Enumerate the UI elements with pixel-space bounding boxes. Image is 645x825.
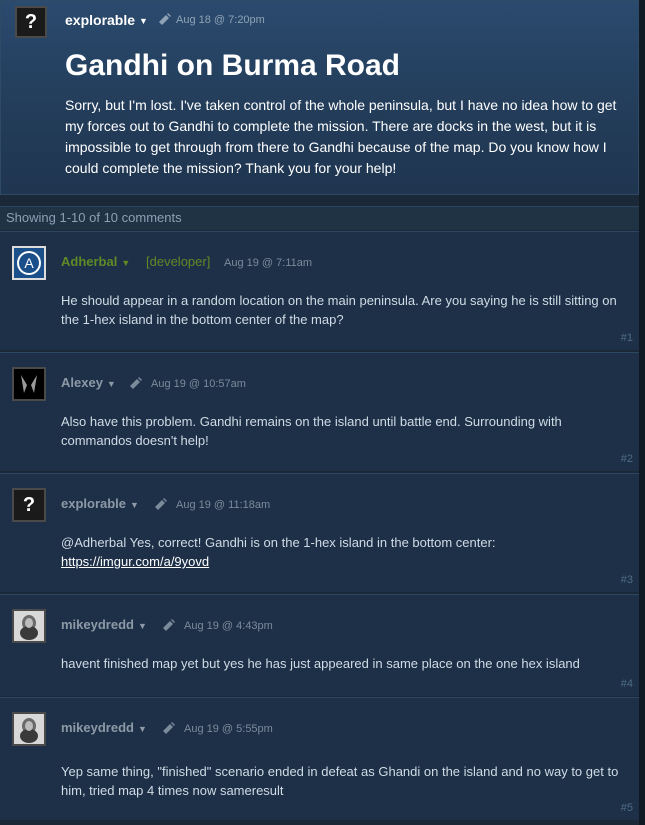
comment-date: Aug 19 @ 4:43pm: [184, 620, 273, 632]
comment-author[interactable]: mikeydredd ▼: [61, 720, 147, 735]
mikeydredd-avatar[interactable]: [12, 712, 46, 746]
comment-author-name[interactable]: Alexey: [61, 375, 103, 390]
comment-number[interactable]: #3: [621, 574, 633, 586]
comment: ? explorable ▼ Aug 19 @ 11:18am @Adherbal…: [0, 473, 639, 592]
edit-pencil-icon: [163, 722, 175, 734]
comment-text: Yep same thing, "finished" scenario ende…: [61, 764, 619, 798]
developer-badge: [developer]: [146, 254, 211, 269]
chevron-down-icon[interactable]: ▼: [138, 724, 147, 734]
bearded-man-portrait-icon: [20, 718, 38, 743]
comment-author[interactable]: Adherbal ▼: [61, 254, 130, 269]
chevron-down-icon[interactable]: ▼: [130, 500, 139, 510]
comment-author[interactable]: explorable ▼: [61, 496, 139, 511]
comment-number[interactable]: #5: [621, 802, 633, 814]
comment: mikeydredd ▼ Aug 19 @ 5:55pm Yep same thi…: [0, 697, 639, 820]
comment-number[interactable]: #2: [621, 453, 633, 465]
comment: Alexey ▼ Aug 19 @ 10:57am Also have this …: [0, 352, 639, 471]
comment-date: Aug 19 @ 7:11am: [224, 257, 313, 269]
comment-author-name[interactable]: mikeydredd: [61, 617, 134, 632]
edit-pencil-icon: [159, 13, 171, 25]
topic-author-name[interactable]: explorable: [65, 12, 135, 28]
comment-text: havent finished map yet but yes he has j…: [61, 656, 580, 671]
mikeydredd-avatar[interactable]: [12, 609, 46, 643]
comment-count: Showing 1-10 of 10 comments: [0, 206, 639, 230]
comment: mikeydredd ▼ Aug 19 @ 4:43pm havent finis…: [0, 594, 639, 696]
edit-pencil-icon: [155, 498, 167, 510]
dark-creature-icon: [21, 375, 37, 393]
edit-pencil-icon: [163, 619, 175, 631]
adherbal-avatar[interactable]: A: [12, 246, 46, 280]
topic-header: ? explorable ▼ Aug 18 @ 7:20pm Gandhi on …: [0, 0, 639, 195]
letter-a-logo-icon: A: [17, 251, 41, 275]
imgur-link[interactable]: https://imgur.com/a/9yovd: [61, 554, 209, 569]
edit-pencil-icon: [130, 377, 142, 389]
topic-body: Sorry, but I'm lost. I've taken control …: [65, 97, 617, 176]
comment-author-name[interactable]: explorable: [61, 496, 126, 511]
comment-text: He should appear in a random location on…: [61, 293, 617, 327]
bearded-man-portrait-icon: [20, 615, 38, 640]
comment-date: Aug 19 @ 11:18am: [176, 499, 271, 511]
topic-author[interactable]: explorable ▼: [65, 12, 148, 28]
comment: A Adherbal ▼ [developer] Aug 19 @ 7:11am …: [0, 231, 639, 350]
comment-number[interactable]: #1: [621, 332, 633, 344]
topic-title: Gandhi on Burma Road: [65, 49, 401, 82]
comment-author-name[interactable]: Adherbal: [61, 254, 117, 269]
question-avatar[interactable]: ?: [12, 488, 46, 522]
chevron-down-icon[interactable]: ▼: [138, 621, 147, 631]
chevron-down-icon[interactable]: ▼: [121, 258, 130, 268]
topic-date: Aug 18 @ 7:20pm: [176, 14, 265, 26]
comment-author[interactable]: mikeydredd ▼: [61, 617, 147, 632]
alexey-avatar[interactable]: [12, 367, 46, 401]
chevron-down-icon[interactable]: ▼: [107, 379, 116, 389]
scrollbar[interactable]: [639, 0, 645, 825]
comment-date: Aug 19 @ 5:55pm: [184, 723, 273, 735]
comment-text: Also have this problem. Gandhi remains o…: [61, 414, 562, 448]
comment-author-name[interactable]: mikeydredd: [61, 720, 134, 735]
svg-text:A: A: [24, 255, 34, 271]
chevron-down-icon[interactable]: ▼: [139, 16, 148, 26]
comment-number[interactable]: #4: [621, 678, 633, 690]
question-avatar[interactable]: ?: [15, 6, 47, 38]
comment-author[interactable]: Alexey ▼: [61, 375, 116, 390]
comment-text: @Adherbal Yes, correct! Gandhi is on the…: [61, 533, 621, 571]
comment-text-body: @Adherbal Yes, correct! Gandhi is on the…: [61, 535, 496, 550]
comment-date: Aug 19 @ 10:57am: [151, 378, 246, 390]
